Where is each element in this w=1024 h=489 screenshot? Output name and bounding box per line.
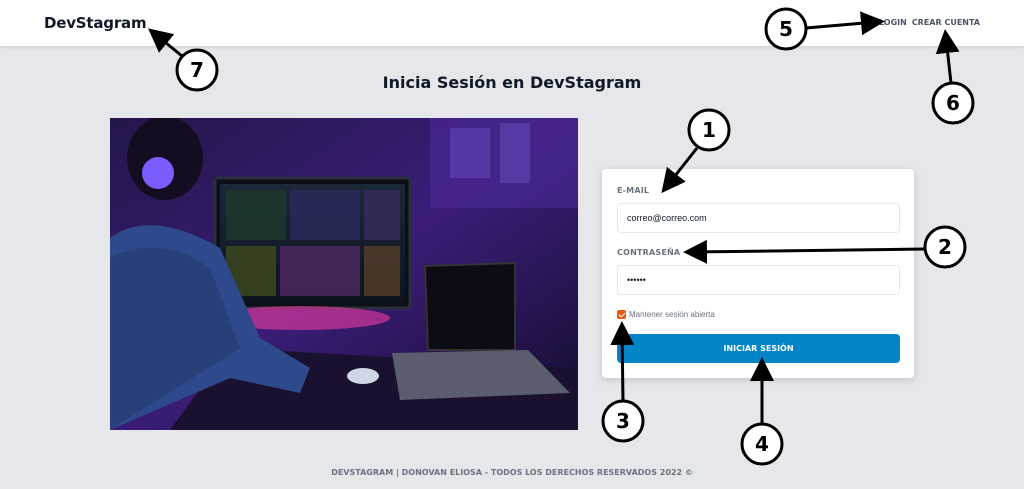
password-input[interactable] <box>617 265 900 295</box>
logo[interactable]: DevStagram <box>44 14 147 32</box>
annotation-label-3: 3 <box>616 409 630 433</box>
remember-row: Mantener sesión abierta <box>617 310 715 319</box>
annotation-label-6: 6 <box>946 91 960 115</box>
annotation-marker-3 <box>601 399 645 443</box>
annotation-marker-2 <box>923 225 967 269</box>
annotation-label-4: 4 <box>755 432 769 456</box>
annotation-label-1: 1 <box>702 118 716 142</box>
create-account-link[interactable]: CREAR CUENTA <box>912 18 980 27</box>
footer-copyright: DEVSTAGRAM | DONOVAN ELIOSA - TODOS LOS … <box>331 468 693 477</box>
annotation-marker-4 <box>740 422 784 466</box>
login-link[interactable]: LOGIN <box>879 18 907 27</box>
login-submit-button[interactable]: INICIAR SESIÓN <box>617 334 900 363</box>
annotation-label-2: 2 <box>938 235 952 259</box>
remember-label[interactable]: Mantener sesión abierta <box>629 310 715 319</box>
login-form-card: E-MAIL CONTRASEÑA Mantener sesión abiert… <box>602 169 914 378</box>
email-label: E-MAIL <box>617 186 650 195</box>
password-label: CONTRASEÑA <box>617 248 681 257</box>
page-title: Inicia Sesión en DevStagram <box>382 73 642 92</box>
hero-image <box>110 118 578 430</box>
top-navbar: DevStagram LOGIN CREAR CUENTA <box>0 0 1024 46</box>
nav-links: LOGIN CREAR CUENTA <box>879 18 980 27</box>
remember-checkbox[interactable] <box>617 310 626 319</box>
email-input[interactable] <box>617 203 900 233</box>
annotation-marker-1 <box>687 108 731 152</box>
developer-desk-illustration <box>110 118 578 430</box>
